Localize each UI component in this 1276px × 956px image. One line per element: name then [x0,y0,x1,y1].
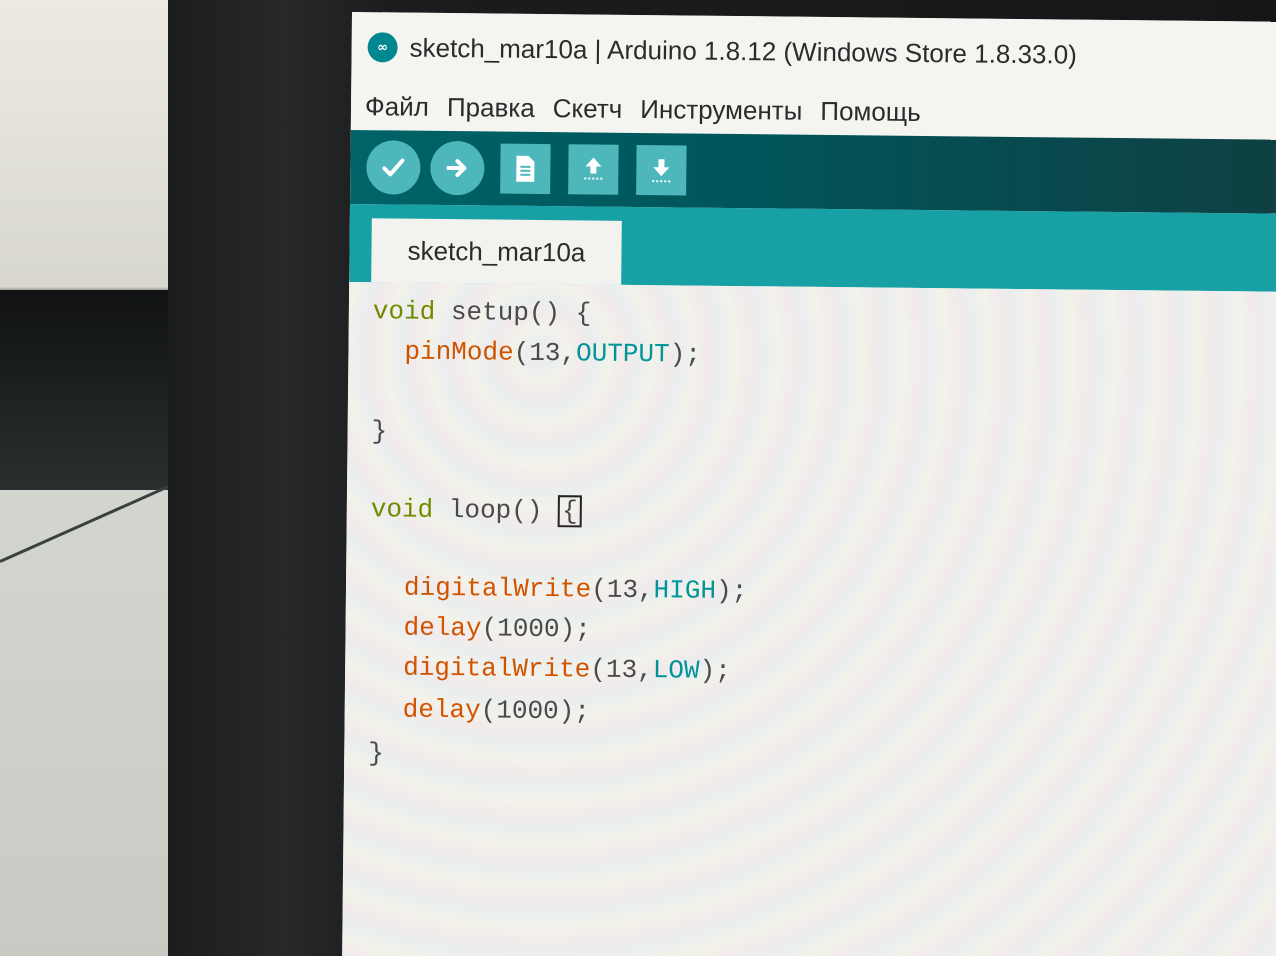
open-button[interactable] [568,144,619,195]
code-text: loop() [433,494,559,527]
code-text: (13, [591,574,654,606]
function-name: digitalWrite [403,572,592,605]
code-line: void loop() { [371,492,582,528]
save-button[interactable] [636,144,687,196]
keyword: void [370,494,434,525]
function-name: pinMode [404,336,514,368]
code-text: ); [669,339,702,370]
code-text: (1000); [481,613,591,645]
arduino-logo-icon: ∞ [367,32,398,63]
constant: LOW [652,655,700,686]
code-text: } [368,738,385,769]
menu-edit[interactable]: Правка [447,92,535,124]
save-icon [652,159,671,183]
code-editor[interactable]: void setup() { pinMode(13,OUTPUT); } voi… [341,281,1276,956]
function-name: digitalWrite [402,652,591,685]
code-line: } [371,414,387,448]
upload-icon [446,159,467,178]
title-bar: ∞ sketch_mar10a | Arduino 1.8.12 (Window… [351,12,1276,93]
arduino-ide-window: ∞ sketch_mar10a | Arduino 1.8.12 (Window… [341,12,1276,956]
code-line: void setup() { [373,294,592,330]
constant: HIGH [653,575,717,606]
function-name: delay [402,694,481,726]
code-text: ); [715,575,748,607]
open-icon [584,157,603,180]
verify-button[interactable] [366,140,421,195]
toolbar [349,129,1276,215]
window-title: sketch_mar10a | Arduino 1.8.12 (Windows … [409,32,1077,70]
menu-help[interactable]: Помощь [820,95,921,127]
code-text: ); [699,655,731,687]
new-icon [516,155,535,182]
photo-scene: ∞ sketch_mar10a | Arduino 1.8.12 (Window… [0,0,1276,956]
new-button[interactable] [500,143,551,195]
tab-bar: sketch_mar10a [349,203,1276,293]
constant: OUTPUT [575,338,670,370]
code-text: (13, [513,337,577,369]
cable [0,478,184,563]
code-text: (13, [590,654,653,686]
menu-file[interactable]: Файл [365,91,429,123]
code-text: (1000); [480,695,591,727]
verify-icon [382,158,405,177]
code-line: delay(1000); [403,611,591,647]
code-line: digitalWrite(13,LOW); [403,651,731,688]
code-line: pinMode(13,OUTPUT); [404,335,701,372]
upload-button[interactable] [430,140,485,196]
menu-tools[interactable]: Инструменты [640,94,802,127]
menu-sketch[interactable]: Скетч [553,93,623,125]
code-line: } [368,736,384,770]
text-cursor-brace: { [557,495,582,528]
code-line: delay(1000); [403,693,591,729]
function-name: delay [403,612,482,644]
keyword: void [372,296,436,327]
code-line: digitalWrite(13,HIGH); [404,571,748,609]
background-object [0,290,180,490]
code-text: } [371,416,388,447]
code-text: setup() { [435,296,592,329]
tab-sketch[interactable]: sketch_mar10a [371,218,622,285]
